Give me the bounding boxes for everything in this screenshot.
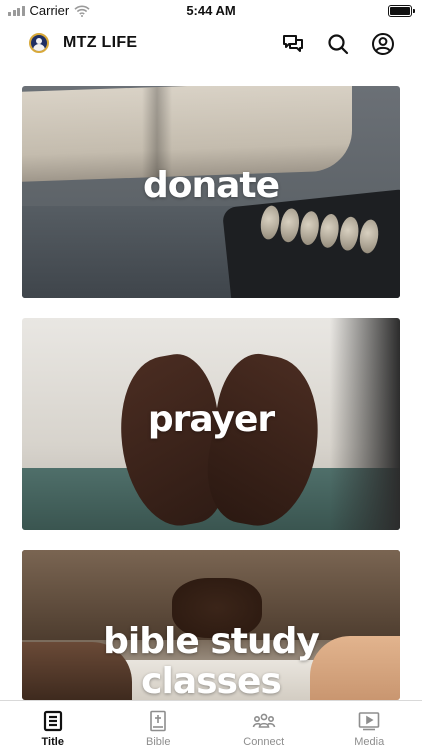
bible-icon: [150, 710, 167, 732]
donate-card-title: donate: [142, 165, 280, 206]
bible-study-card[interactable]: bible study classes: [22, 550, 400, 700]
bible-study-card-title: bible study classes: [22, 621, 400, 701]
praying-hands-image: [107, 348, 331, 530]
app-logo: [29, 33, 49, 53]
tab-bar: Title Bible Connect Media: [0, 700, 422, 750]
app-header: MTZ LIFE: [0, 22, 422, 66]
tab-label: Title: [41, 736, 64, 748]
profile-icon[interactable]: [371, 32, 395, 56]
app-title: MTZ LIFE: [63, 34, 138, 51]
tab-title[interactable]: Title: [0, 701, 106, 750]
tab-media[interactable]: Media: [317, 701, 422, 750]
bible-study-title-line2: classes: [141, 661, 282, 701]
bible-study-title-line1: bible study: [103, 621, 320, 662]
tab-bible[interactable]: Bible: [106, 701, 212, 750]
tab-label: Media: [354, 736, 385, 748]
connect-icon: [252, 713, 276, 728]
donate-card[interactable]: donate: [22, 86, 400, 298]
tab-connect[interactable]: Connect: [211, 701, 317, 750]
chat-icon[interactable]: [281, 32, 305, 56]
prayer-card-title: prayer: [147, 399, 275, 440]
tab-label: Bible: [146, 736, 171, 748]
prayer-card[interactable]: prayer: [22, 318, 400, 530]
search-icon[interactable]: [326, 32, 350, 56]
status-time: 5:44 AM: [186, 3, 236, 18]
battery-icon: [388, 5, 415, 17]
title-icon: [43, 710, 62, 732]
tab-label: Connect: [243, 736, 285, 748]
media-icon: [358, 712, 380, 731]
status-bar: Carrier 5:44 AM: [0, 0, 422, 22]
